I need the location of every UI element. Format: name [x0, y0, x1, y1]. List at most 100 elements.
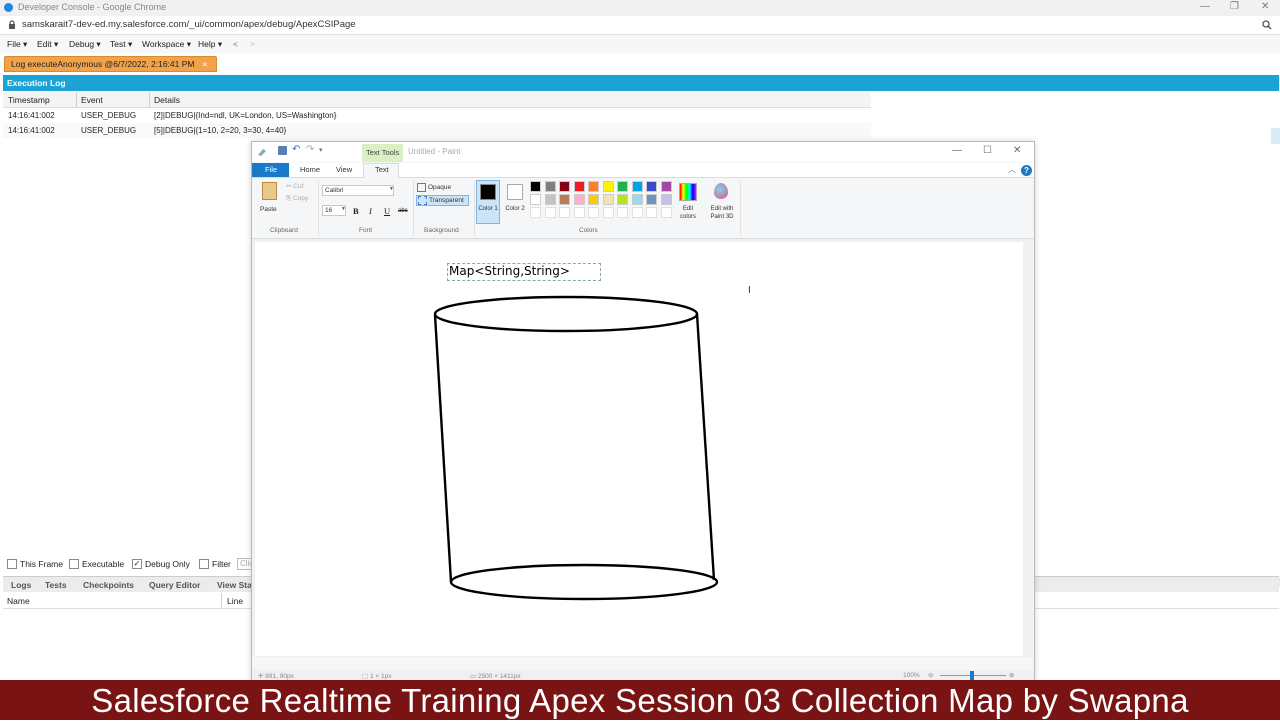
close-tab-icon[interactable]: ✕ — [202, 62, 208, 69]
bold-button[interactable]: B — [353, 206, 359, 216]
zoom-icon[interactable] — [1262, 20, 1272, 30]
chevron-down-icon[interactable]: ▼ — [389, 186, 394, 192]
custom-color-slot[interactable] — [588, 207, 599, 218]
url-text[interactable]: samskarait7-dev-ed.my.salesforce.com/_ui… — [22, 19, 356, 30]
maximize-icon[interactable]: ☐ — [983, 145, 992, 156]
paste-button[interactable]: Paste — [260, 206, 277, 213]
custom-color-slot[interactable] — [646, 207, 657, 218]
close-icon[interactable]: ✕ — [1013, 145, 1021, 156]
save-icon[interactable] — [278, 146, 287, 155]
menu-file[interactable]: File ▾ — [7, 39, 27, 50]
custom-color-slot[interactable] — [573, 207, 585, 218]
right-splitter-handle[interactable] — [1271, 128, 1280, 144]
palette-color-swatch[interactable] — [573, 194, 585, 205]
palette-color-swatch[interactable] — [660, 181, 672, 192]
tab-home[interactable]: Home — [300, 165, 320, 174]
zoom-out-icon[interactable]: ⊖ — [928, 671, 933, 679]
palette-color-swatch[interactable] — [617, 181, 628, 192]
col-event[interactable]: Event — [81, 95, 103, 105]
menu-help[interactable]: Help ▾ — [198, 39, 222, 50]
custom-color-slot[interactable] — [631, 207, 643, 218]
edit-colors-icon[interactable] — [679, 183, 697, 201]
custom-color-slot[interactable] — [602, 207, 614, 218]
table-row[interactable]: 14:16:41:002 USER_DEBUG [2]|DEBUG|{Ind=n… — [3, 108, 871, 123]
col-timestamp[interactable]: Timestamp — [8, 95, 50, 105]
help-icon[interactable]: ? — [1021, 165, 1032, 176]
custom-color-slot[interactable] — [559, 207, 570, 218]
tab-view[interactable]: View — [336, 165, 352, 174]
italic-button[interactable]: I — [369, 206, 372, 216]
tab-tests[interactable]: Tests — [45, 580, 67, 590]
transparent-button[interactable]: Transparent — [416, 195, 469, 206]
redo-icon[interactable]: ↷ — [306, 144, 314, 155]
table-row[interactable]: 14:16:41:002 USER_DEBUG [5]|DEBUG|{1=10,… — [3, 123, 871, 138]
checkbox[interactable] — [199, 558, 209, 569]
minimize-ribbon-icon[interactable]: ︿ — [1008, 164, 1016, 175]
palette-color-swatch[interactable] — [544, 181, 556, 192]
checkbox-checked[interactable]: ✓ — [132, 558, 142, 569]
undo-icon[interactable]: ↶ — [292, 144, 300, 155]
custom-color-slot[interactable] — [660, 207, 672, 218]
palette-color-swatch[interactable] — [588, 181, 599, 192]
minimize-icon[interactable]: — — [952, 145, 962, 156]
menu-workspace[interactable]: Workspace ▾ — [142, 39, 191, 50]
palette-color-swatch[interactable] — [544, 194, 556, 205]
menu-debug[interactable]: Debug ▾ — [69, 39, 101, 50]
option-debug-only[interactable]: ✓ Debug Only — [132, 558, 190, 570]
palette-color-swatch[interactable] — [530, 194, 541, 205]
checkbox[interactable] — [69, 558, 79, 569]
color2-swatch[interactable] — [507, 184, 523, 200]
chevron-down-icon[interactable]: ▼ — [341, 206, 346, 212]
tab-view-state[interactable]: View Sta — [217, 580, 252, 590]
custom-color-slot[interactable] — [530, 207, 541, 218]
palette-color-swatch[interactable] — [602, 194, 614, 205]
address-bar[interactable]: samskarait7-dev-ed.my.salesforce.com/_ui… — [0, 16, 1280, 35]
nav-forward[interactable]: > — [250, 39, 255, 49]
palette-color-swatch[interactable] — [602, 181, 614, 192]
paint3d-icon[interactable] — [714, 183, 728, 199]
tab-checkpoints[interactable]: Checkpoints — [83, 580, 134, 590]
custom-color-slot[interactable] — [617, 207, 628, 218]
menu-edit[interactable]: Edit ▾ — [37, 39, 58, 50]
strikethrough-button[interactable]: abc — [398, 208, 408, 214]
vertical-scrollbar[interactable] — [1025, 239, 1033, 657]
palette-color-swatch[interactable] — [646, 194, 657, 205]
palette-color-swatch[interactable] — [530, 181, 541, 192]
option-filter[interactable]: Filter — [199, 558, 231, 570]
copy-button[interactable]: ⎘ Copy — [286, 195, 308, 203]
tab-text-label[interactable]: Text — [375, 165, 389, 174]
col-line[interactable]: Line — [227, 596, 243, 606]
menu-test[interactable]: Test ▾ — [110, 39, 132, 50]
underline-button[interactable]: U — [384, 206, 390, 216]
nav-back[interactable]: < — [233, 39, 238, 49]
palette-color-swatch[interactable] — [559, 194, 570, 205]
edit-with-paint3d-button[interactable]: Edit with Paint 3D — [706, 205, 738, 221]
opaque-button[interactable]: Opaque — [417, 182, 469, 193]
zoom-slider-thumb[interactable] — [970, 671, 974, 680]
palette-color-swatch[interactable] — [631, 194, 643, 205]
paste-icon[interactable] — [262, 182, 277, 200]
col-name[interactable]: Name — [7, 596, 30, 606]
edit-colors-button[interactable]: Edit colors — [676, 205, 700, 221]
option-executable[interactable]: Executable — [69, 558, 124, 570]
col-details[interactable]: Details — [154, 95, 180, 105]
cut-button[interactable]: ✂ Cut — [286, 182, 303, 190]
palette-color-swatch[interactable] — [660, 194, 672, 205]
tab-query-editor[interactable]: Query Editor — [149, 580, 200, 590]
log-tab[interactable]: Log executeAnonymous @6/7/2022, 2:16:41 … — [4, 56, 217, 72]
palette-color-swatch[interactable] — [646, 181, 657, 192]
palette-color-swatch[interactable] — [573, 181, 585, 192]
option-this-frame[interactable]: This Frame — [7, 558, 63, 570]
tab-logs[interactable]: Logs — [11, 580, 31, 590]
font-family-select[interactable]: Calibri — [322, 185, 394, 196]
palette-color-swatch[interactable] — [631, 181, 643, 192]
checkbox[interactable] — [7, 558, 17, 569]
tab-file-label[interactable]: File — [265, 165, 277, 174]
drawing-canvas[interactable]: Map<String,String> I — [255, 242, 1023, 656]
zoom-in-icon[interactable]: ⊕ — [1009, 671, 1014, 679]
customize-toolbar-icon[interactable]: ▾ — [319, 146, 323, 154]
restore-icon[interactable]: ❐ — [1230, 1, 1239, 12]
palette-color-swatch[interactable] — [617, 194, 628, 205]
custom-color-slot[interactable] — [544, 207, 556, 218]
close-icon[interactable]: ✕ — [1261, 1, 1269, 12]
